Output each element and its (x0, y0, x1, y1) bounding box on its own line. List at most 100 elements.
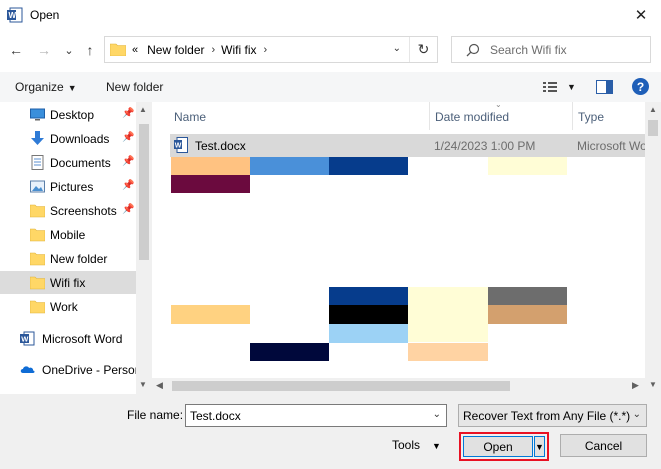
organize-label: Organize (15, 80, 64, 94)
artifact-block (329, 157, 408, 175)
file-name-input[interactable] (190, 408, 420, 423)
title-bar: W Open ✕ (0, 0, 661, 30)
artifact-block (250, 343, 329, 361)
onedrive-icon (20, 366, 35, 373)
tools-label: Tools (392, 438, 421, 452)
sidebar-item-label: Documents (50, 156, 111, 170)
scroll-right-icon[interactable]: ▶ (632, 380, 639, 391)
column-header-date[interactable]: Date modified (435, 102, 509, 130)
search-input[interactable] (490, 42, 650, 57)
cancel-button[interactable]: Cancel (560, 434, 647, 457)
svg-text:W: W (175, 143, 182, 150)
artifact-block (408, 343, 488, 361)
scroll-left-icon[interactable]: ◀ (156, 380, 163, 391)
folder-icon (30, 276, 45, 290)
desktop-icon (30, 108, 45, 121)
sidebar-item-mobile[interactable]: Mobile (0, 223, 136, 246)
open-dropdown-icon[interactable]: ▼ (534, 436, 545, 457)
pin-icon: 📌 (122, 132, 135, 143)
documents-icon (31, 155, 44, 170)
file-type-filter-select[interactable]: Recover Text from Any File (*.*) ⌄ (458, 404, 647, 427)
file-row-test-docx[interactable]: W Test.docx 1/24/2023 1:00 PM Microsoft … (170, 134, 648, 157)
search-box[interactable] (451, 36, 651, 63)
view-options-icon[interactable] (542, 80, 558, 94)
scroll-thumb[interactable] (648, 120, 658, 136)
sidebar-item-downloads[interactable]: Downloads 📌 (0, 127, 136, 150)
address-dropdown-icon[interactable]: ⌄ (393, 43, 401, 54)
column-divider[interactable] (572, 102, 573, 130)
chevron-down-icon: ▼ (432, 441, 441, 451)
pin-icon: 📌 (122, 204, 135, 215)
preview-pane-icon[interactable] (596, 80, 613, 94)
tools-menu[interactable]: Tools ▼ (392, 438, 441, 452)
navigation-bar: ← → ⌄ ↑ « New folder › Wifi fix › ⌄ ↻ (0, 33, 661, 67)
sidebar-item-microsoft-word[interactable]: W Microsoft Word (0, 327, 136, 350)
svg-text:W: W (21, 335, 29, 344)
sidebar-item-label: Downloads (50, 132, 110, 146)
column-header-type[interactable]: Type (578, 102, 604, 130)
open-button[interactable]: Open (463, 436, 533, 457)
new-folder-button[interactable]: New folder (106, 80, 163, 94)
up-arrow-icon[interactable]: ↑ (82, 41, 98, 59)
file-name: Test.docx (195, 139, 246, 153)
file-name-combobox[interactable]: ⌄ (185, 404, 447, 427)
sidebar-item-label: New folder (50, 252, 108, 266)
sidebar-item-pictures[interactable]: Pictures 📌 (0, 175, 136, 198)
sidebar-item-label: Screenshots (50, 204, 117, 218)
breadcrumb-overflow[interactable]: « (132, 44, 138, 56)
breadcrumb-separator[interactable]: › (211, 44, 215, 56)
sidebar-item-label: Mobile (50, 228, 86, 242)
scroll-thumb[interactable] (172, 381, 510, 391)
column-header-name[interactable]: Name (174, 102, 206, 130)
close-icon[interactable]: ✕ (631, 5, 651, 25)
scroll-up-icon[interactable]: ▲ (139, 105, 147, 114)
forward-arrow-icon[interactable]: → (36, 41, 52, 59)
folder-icon (110, 43, 126, 56)
file-list-vertical-scrollbar[interactable]: ▲ ▼ (645, 102, 661, 394)
organize-menu[interactable]: Organize ▼ (15, 80, 77, 94)
folder-icon (30, 228, 45, 242)
address-bar[interactable]: « New folder › Wifi fix › ⌄ ↻ (104, 36, 438, 63)
sidebar-item-onedrive[interactable]: OneDrive - Persor (0, 358, 139, 381)
svg-text:W: W (9, 11, 17, 20)
artifact-block (488, 157, 567, 175)
artifact-block (171, 157, 250, 175)
back-arrow-icon[interactable]: ← (8, 41, 24, 59)
scroll-down-icon[interactable]: ▼ (649, 380, 657, 389)
scroll-down-icon[interactable]: ▼ (139, 380, 147, 389)
sidebar-item-new-folder[interactable]: New folder (0, 247, 136, 270)
sidebar-item-label: Pictures (50, 180, 94, 194)
column-divider[interactable] (429, 102, 430, 130)
navigation-pane: Desktop 📌 Downloads 📌 Documents 📌 Pictur… (0, 102, 152, 394)
command-toolbar: Organize ▼ New folder ▼ ? (0, 72, 661, 102)
chevron-down-icon[interactable]: ⌄ (433, 409, 441, 420)
refresh-icon[interactable]: ↻ (409, 37, 437, 62)
pin-icon: 📌 (122, 180, 135, 191)
artifact-block (488, 287, 567, 305)
scroll-up-icon[interactable]: ▲ (649, 105, 657, 114)
scroll-thumb[interactable] (139, 124, 149, 260)
sidebar-item-label: OneDrive - Persor (42, 363, 139, 377)
sidebar-scrollbar[interactable]: ▲ ▼ (136, 102, 152, 394)
pictures-icon (30, 180, 45, 193)
sidebar-item-work[interactable]: Work (0, 295, 136, 318)
artifact-block (329, 287, 408, 305)
sidebar-item-desktop[interactable]: Desktop 📌 (0, 103, 136, 126)
breadcrumb-new-folder[interactable]: New folder (147, 43, 204, 57)
window-title: Open (30, 8, 60, 22)
file-type-filter-value: Recover Text from Any File (*.*) (463, 409, 631, 423)
breadcrumb-separator[interactable]: › (263, 44, 267, 56)
sidebar-item-wifi-fix[interactable]: Wifi fix (0, 271, 136, 294)
pin-icon: 📌 (122, 108, 135, 119)
word-document-icon: W (174, 137, 188, 153)
folder-icon (30, 300, 45, 314)
breadcrumb-wifi-fix[interactable]: Wifi fix (221, 43, 256, 57)
recent-locations-icon[interactable]: ⌄ (61, 41, 77, 59)
help-icon[interactable]: ? (632, 78, 649, 95)
artifact-block (329, 324, 408, 343)
sidebar-item-screenshots[interactable]: Screenshots 📌 (0, 199, 136, 222)
view-dropdown-icon[interactable]: ▼ (567, 82, 576, 92)
file-list-horizontal-scrollbar[interactable]: ◀ ▶ (152, 378, 645, 394)
sidebar-item-label: Desktop (50, 108, 95, 122)
sidebar-item-documents[interactable]: Documents 📌 (0, 151, 136, 174)
